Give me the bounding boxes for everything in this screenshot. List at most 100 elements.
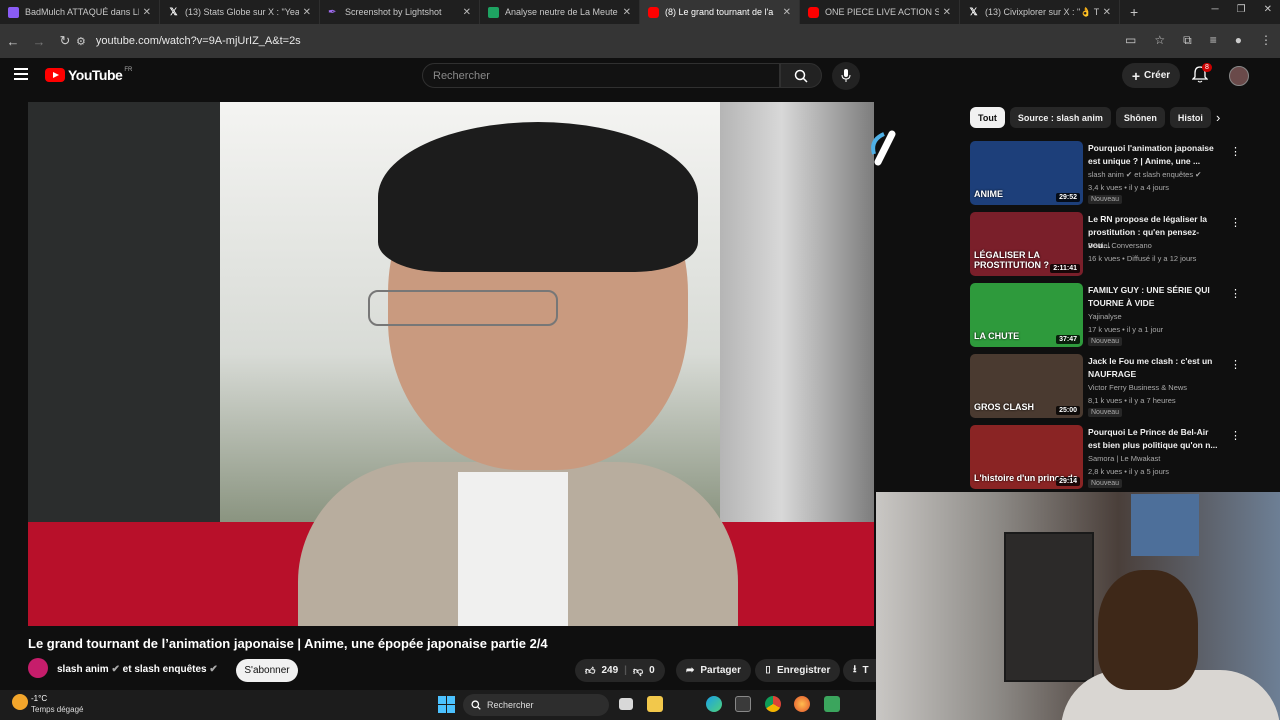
voice-search-button[interactable] <box>832 62 860 90</box>
maximize-icon[interactable]: ❐ <box>1237 4 1246 15</box>
browser-tab[interactable]: Analyse neutre de La Meute - G ✕ <box>480 0 640 24</box>
more-options-icon[interactable]: ⋮ <box>1230 429 1241 442</box>
browser-tab[interactable]: ✒ Screenshot by Lightshot ✕ <box>320 0 480 24</box>
extensions-icon[interactable]: ⧉ <box>1183 33 1192 48</box>
tab-close-icon[interactable]: ✕ <box>943 7 951 18</box>
browser-tab[interactable]: (8) Le grand tournant de l'a ✕ <box>640 0 800 24</box>
x-logo-icon: 𝕏 <box>169 6 178 18</box>
more-options-icon[interactable]: ⋮ <box>1230 216 1241 229</box>
task-view-icon[interactable] <box>619 698 633 710</box>
menu-icon[interactable] <box>14 68 28 83</box>
weather-temperature[interactable]: -1°C <box>31 694 47 703</box>
chevron-right-icon[interactable]: › <box>1216 110 1220 125</box>
tab-close-icon[interactable]: ✕ <box>783 7 791 18</box>
browser-menu-icon[interactable]: ⋮ <box>1260 33 1272 48</box>
app-icon[interactable] <box>824 696 840 712</box>
new-tab-button[interactable]: + <box>1120 4 1148 20</box>
recommended-video[interactable]: ANIME 29:52 Pourquoi l'animation japonai… <box>970 141 1241 207</box>
weather-icon[interactable] <box>12 694 28 710</box>
taskbar-search[interactable]: Rechercher <box>463 694 609 716</box>
recommended-channel[interactable]: Yajinalyse <box>1088 312 1122 321</box>
forward-icon[interactable]: → <box>26 34 52 49</box>
recommended-meta: 8,1 k vues • il y a 7 heures <box>1088 396 1176 405</box>
browser-tab-strip: BadMulch ATTAQUÉ dans LIBÉ ✕ 𝕏 (13) Stats G… <box>0 0 1280 24</box>
reload-icon[interactable]: ↻ <box>52 33 78 49</box>
like-count[interactable]: 249 <box>601 665 618 676</box>
store-icon[interactable] <box>735 696 751 712</box>
recommended-channel[interactable]: Samora | Le Mwakast <box>1088 454 1160 463</box>
sheets-icon <box>488 6 499 18</box>
recommended-channel[interactable]: Victor Ferry Business & News <box>1088 383 1187 392</box>
recommended-title[interactable]: FAMILY GUY : UNE SÉRIE QUI TOURNE À VIDE <box>1088 284 1218 310</box>
channel-name[interactable]: slash anim ✔ et slash enquêtes ✔ <box>57 664 218 675</box>
browser-tab[interactable]: 𝕏 (13) Civixplorer sur X : "👌 The ✕ <box>960 0 1120 24</box>
recommended-video[interactable]: LA CHUTE 37:47 FAMILY GUY : UNE SÉRIE QU… <box>970 283 1241 349</box>
recommended-channel[interactable]: slash anim ✔ et slash enquêtes ✔ <box>1088 170 1201 179</box>
browser-tab[interactable]: 𝕏 (13) Stats Globe sur X : "Year W ✕ <box>160 0 320 24</box>
recommended-title[interactable]: Jack le Fou me clash : c'est un NAUFRAGE <box>1088 355 1218 381</box>
tab-close-icon[interactable]: ✕ <box>143 7 151 18</box>
filter-chip[interactable]: Histoi <box>1169 107 1211 128</box>
recommended-title[interactable]: Pourquoi l'animation japonaise est uniqu… <box>1088 142 1218 168</box>
search-input[interactable]: Rechercher <box>422 63 780 88</box>
video-thumbnail[interactable]: GROS CLASH 25:00 <box>970 354 1083 418</box>
filter-chip[interactable]: Shōnen <box>1115 107 1165 128</box>
dislike-icon[interactable]: 👎︎ <box>633 665 643 677</box>
recommended-video[interactable]: L'histoire d'un prince de 29:14 Pourquoi… <box>970 425 1241 491</box>
recommended-video[interactable]: GROS CLASH 25:00 Jack le Fou me clash : … <box>970 354 1241 420</box>
tab-close-icon[interactable]: ✕ <box>1103 7 1111 18</box>
search-button[interactable] <box>780 63 822 88</box>
channel-name-text[interactable]: slash anim <box>57 664 109 675</box>
edge-icon[interactable] <box>706 696 722 712</box>
thumbnail-text: LA CHUTE <box>974 331 1020 341</box>
create-button[interactable]: + Créer <box>1122 63 1180 88</box>
account-avatar[interactable] <box>1229 66 1249 86</box>
cast-icon[interactable]: ▭ <box>1125 33 1136 48</box>
webcam-person-head <box>1098 570 1198 690</box>
weather-description[interactable]: Temps dégagé <box>31 705 83 714</box>
firefox-icon[interactable] <box>794 696 810 712</box>
channel-avatar[interactable] <box>28 658 48 678</box>
youtube-logo[interactable]: YouTube FR <box>45 67 132 83</box>
filter-chip[interactable]: Tout <box>970 107 1005 128</box>
close-window-icon[interactable]: ✕ <box>1264 4 1272 15</box>
media-icon[interactable]: ≡ <box>1210 33 1217 48</box>
share-icon: ➦ <box>686 665 695 676</box>
file-explorer-icon[interactable] <box>647 696 663 712</box>
recommended-title[interactable]: Pourquoi Le Prince de Bel-Air est bien p… <box>1088 426 1218 452</box>
video-thumbnail[interactable]: ANIME 29:52 <box>970 141 1083 205</box>
tab-close-icon[interactable]: ✕ <box>303 7 311 18</box>
minimize-icon[interactable]: ─ <box>1212 4 1219 15</box>
back-icon[interactable]: ← <box>0 34 26 49</box>
recommended-channel[interactable]: Daniel Conversano <box>1088 241 1152 250</box>
share-button[interactable]: ➦ Partager <box>676 659 751 682</box>
address-bar[interactable]: ⚙ youtube.com/watch?v=9A-mjUrIZ_A&t=2s <box>76 28 1176 54</box>
more-options-icon[interactable]: ⋮ <box>1230 145 1241 158</box>
browser-tab[interactable]: ONE PIECE LIVE ACTION SAISO ✕ <box>800 0 960 24</box>
video-thumbnail[interactable]: LA CHUTE 37:47 <box>970 283 1083 347</box>
site-info-icon[interactable]: ⚙ <box>76 35 86 48</box>
tab-close-icon[interactable]: ✕ <box>623 7 631 18</box>
video-thumbnail[interactable]: L'histoire d'un prince de 29:14 <box>970 425 1083 489</box>
save-button[interactable]: ⌷ Enregistrer <box>755 659 841 682</box>
notifications-button[interactable]: 8 <box>1191 63 1212 86</box>
new-badge: Nouveau <box>1088 408 1123 417</box>
filter-chip[interactable]: Source : slash anim <box>1009 107 1111 128</box>
channel-watermark-icon[interactable] <box>870 128 902 168</box>
more-options-icon[interactable]: ⋮ <box>1230 287 1241 300</box>
windows-start-icon[interactable] <box>438 696 455 713</box>
dislike-count[interactable]: 0 <box>649 665 655 676</box>
browser-tab[interactable]: BadMulch ATTAQUÉ dans LIBÉ ✕ <box>0 0 160 24</box>
profile-icon[interactable]: ● <box>1235 33 1242 48</box>
channel-extra[interactable]: et slash enquêtes <box>123 664 207 675</box>
chrome-icon[interactable] <box>765 696 781 712</box>
video-player[interactable] <box>28 102 874 626</box>
video-thumbnail[interactable]: LÉGALISER LA PROSTITUTION ? 2:11:41 <box>970 212 1083 276</box>
subscribe-button[interactable]: S'abonner <box>236 659 298 682</box>
tab-close-icon[interactable]: ✕ <box>463 7 471 18</box>
recommended-video[interactable]: LÉGALISER LA PROSTITUTION ? 2:11:41 Le R… <box>970 212 1241 278</box>
more-options-icon[interactable]: ⋮ <box>1230 358 1241 371</box>
download-button[interactable]: ⭳ T <box>843 659 876 682</box>
bookmark-star-icon[interactable]: ☆ <box>1154 33 1165 48</box>
like-icon[interactable]: 👍︎ <box>585 665 595 677</box>
